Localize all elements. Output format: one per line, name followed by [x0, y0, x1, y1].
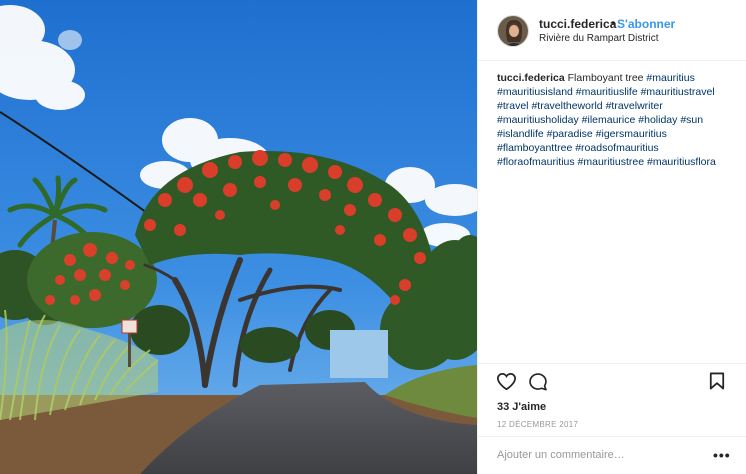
hashtag-link[interactable]: #traveltheworld: [531, 100, 602, 112]
more-options-button[interactable]: •••: [713, 447, 731, 463]
post-header: tucci.federica • S'abonner Rivière du Ra…: [478, 0, 746, 61]
caption-username[interactable]: tucci.federica: [497, 72, 565, 84]
hashtag-link[interactable]: #igersmauritius: [596, 128, 667, 140]
hashtag-link[interactable]: #sun: [680, 114, 703, 126]
comment-input[interactable]: [497, 449, 697, 461]
post-panel: tucci.federica • S'abonner Rivière du Ra…: [477, 0, 746, 474]
hashtag-list: #mauritius #mauritiusisland #mauritiusli…: [497, 72, 716, 168]
hashtag-link[interactable]: #flamboyanttree: [497, 142, 572, 154]
header-separator: •: [611, 16, 616, 30]
photo-image: [0, 0, 477, 474]
hashtag-link[interactable]: #ilemaurice: [582, 114, 636, 126]
avatar[interactable]: [497, 15, 529, 47]
hashtag-link[interactable]: #holiday: [638, 114, 677, 126]
hashtag-link[interactable]: #mauritiustree: [578, 156, 645, 168]
comment-form: •••: [478, 436, 746, 474]
hashtag-link[interactable]: #mauritiusflora: [647, 156, 716, 168]
hashtag-link[interactable]: #paradise: [547, 128, 593, 140]
location-link[interactable]: Rivière du Rampart District: [539, 33, 658, 44]
hashtag-link[interactable]: #floraofmauritius: [497, 156, 575, 168]
hashtag-link[interactable]: #mauritiustravel: [641, 86, 715, 98]
follow-button[interactable]: S'abonner: [617, 17, 675, 31]
post-actions: 33 J'aime 12 DÉCEMBRE 2017 •••: [478, 363, 746, 474]
header-username[interactable]: tucci.federica: [539, 17, 616, 31]
heart-icon[interactable]: [496, 372, 517, 396]
hashtag-link[interactable]: #travel: [497, 100, 529, 112]
post-date: 12 DÉCEMBRE 2017: [497, 420, 579, 429]
hashtag-link[interactable]: #travelwriter: [606, 100, 663, 112]
hashtag-link[interactable]: #mauritiuslife: [576, 86, 638, 98]
hashtag-link[interactable]: #mauritius: [646, 72, 694, 84]
likes-count[interactable]: 33 J'aime: [497, 401, 546, 413]
comment-icon[interactable]: [528, 372, 548, 397]
hashtag-link[interactable]: #mauritiusholiday: [497, 114, 579, 126]
post-caption: tucci.federica Flamboyant tree #mauritiu…: [497, 71, 732, 169]
caption-text: Flamboyant tree: [567, 72, 644, 84]
post-photo[interactable]: [0, 0, 477, 474]
bookmark-icon[interactable]: [709, 372, 725, 395]
hashtag-link[interactable]: #roadsofmauritius: [575, 142, 658, 154]
hashtag-link[interactable]: #islandlife: [497, 128, 544, 140]
hashtag-link[interactable]: #mauritiusisland: [497, 86, 573, 98]
